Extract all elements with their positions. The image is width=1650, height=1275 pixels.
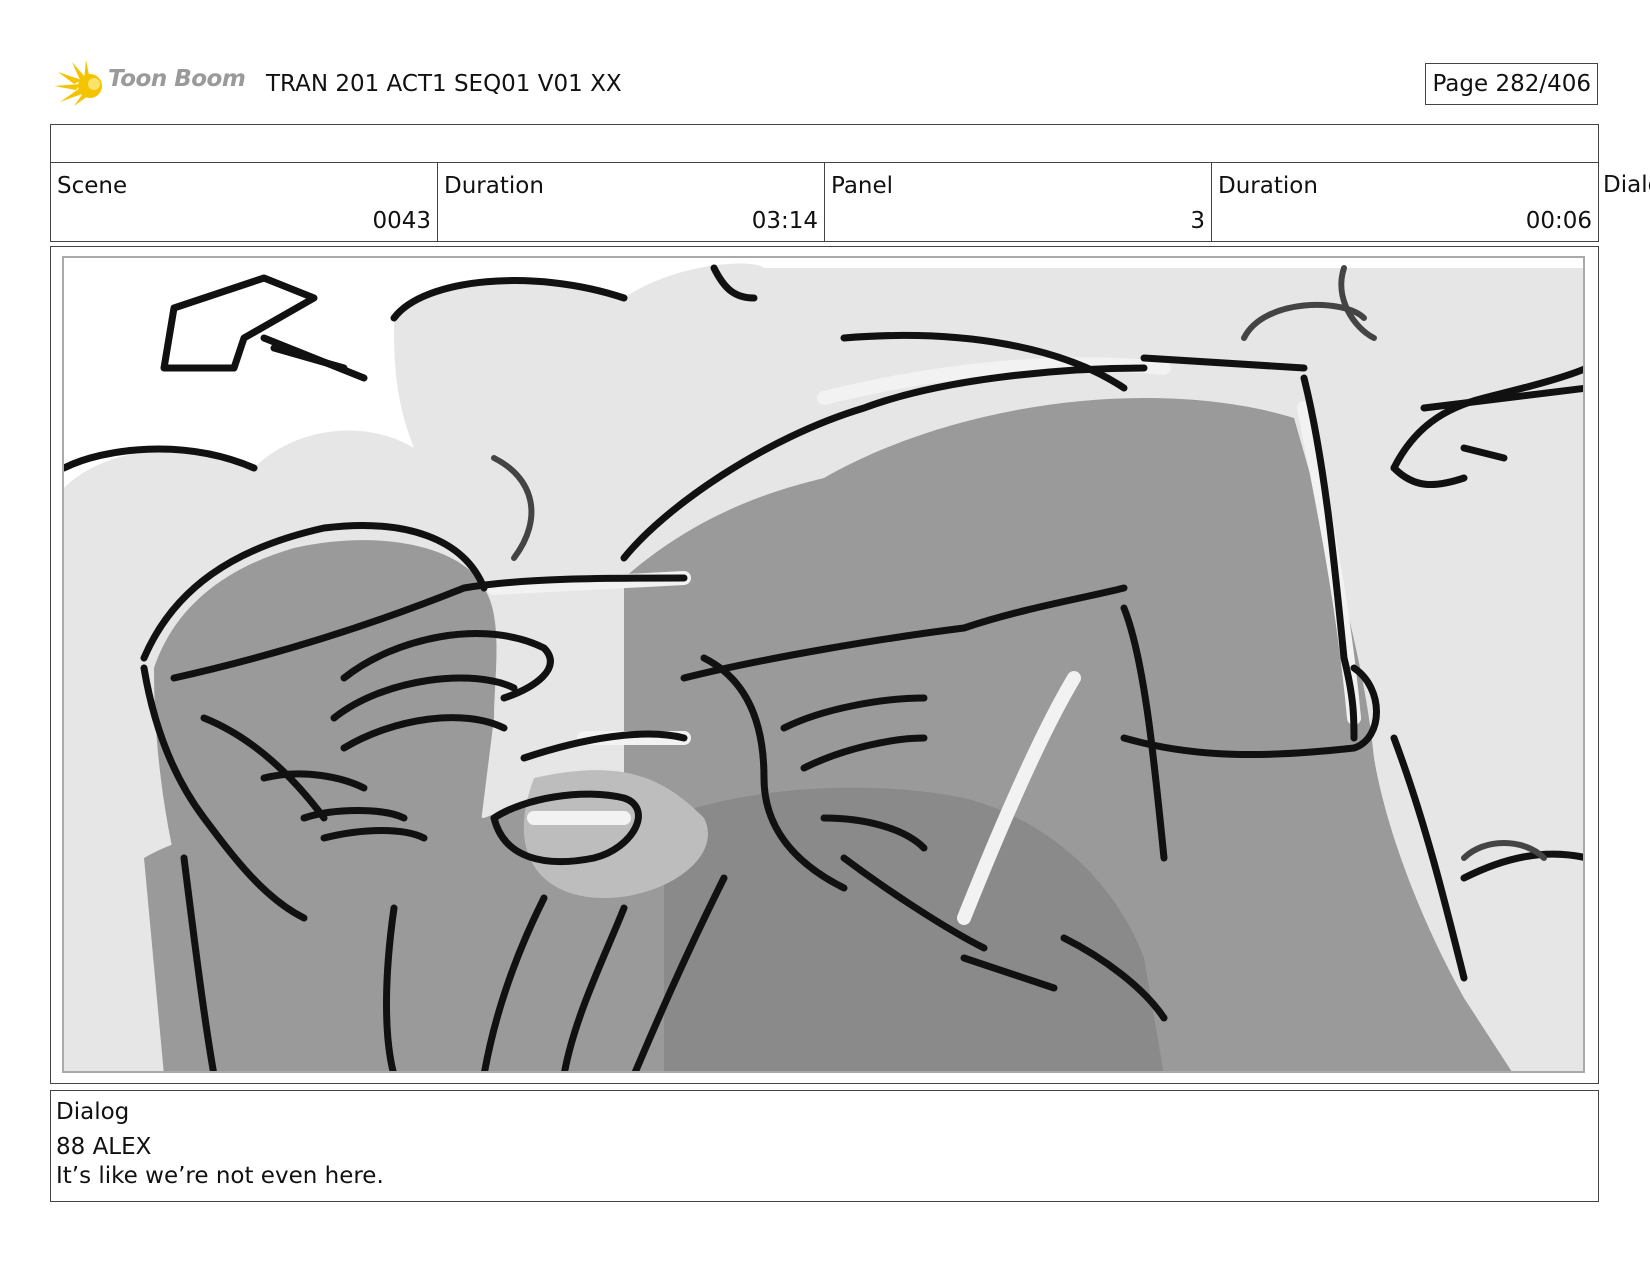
dialog-label: Dialog	[56, 1099, 130, 1125]
scene-duration-cell: Duration 03:14	[438, 163, 825, 241]
panel-duration-cell: Duration 00:06	[1212, 163, 1598, 241]
panel-cell: Panel 3	[825, 163, 1212, 241]
panel-duration-label: Duration	[1218, 173, 1318, 199]
scene-value: 0043	[372, 208, 431, 234]
header-strip	[50, 124, 1599, 163]
panel-value: 3	[1190, 208, 1205, 234]
scene-label: Scene	[57, 173, 128, 199]
scene-cell: Scene 0043	[51, 163, 438, 241]
panel-label: Panel	[831, 173, 894, 199]
storyboard-panel	[50, 246, 1599, 1084]
project-title: TRAN 201 ACT1 SEQ01 V01 XX	[266, 71, 622, 97]
dialog-column-label-overflow: Dialo	[1603, 172, 1650, 198]
toon-boom-star-icon	[54, 60, 102, 106]
panel-duration-value: 00:06	[1525, 208, 1592, 234]
scene-duration-label: Duration	[444, 173, 544, 199]
page-indicator: Page 282/406	[1425, 63, 1598, 105]
dialog-text: It’s like we’re not even here.	[56, 1163, 384, 1189]
storyboard-sketch-image	[64, 258, 1583, 1071]
dialog-character: 88 ALEX	[56, 1134, 152, 1160]
panel-drawing-area	[62, 256, 1585, 1073]
dialog-box: Dialog 88 ALEX It’s like we’re not even …	[50, 1090, 1599, 1202]
scene-duration-value: 03:14	[751, 208, 818, 234]
brand-wordmark: Toon Boom	[108, 66, 246, 92]
scene-info-row: Scene 0043 Duration 03:14 Panel 3 Durati…	[50, 162, 1599, 242]
toon-boom-logo: Toon Boom	[52, 58, 252, 110]
